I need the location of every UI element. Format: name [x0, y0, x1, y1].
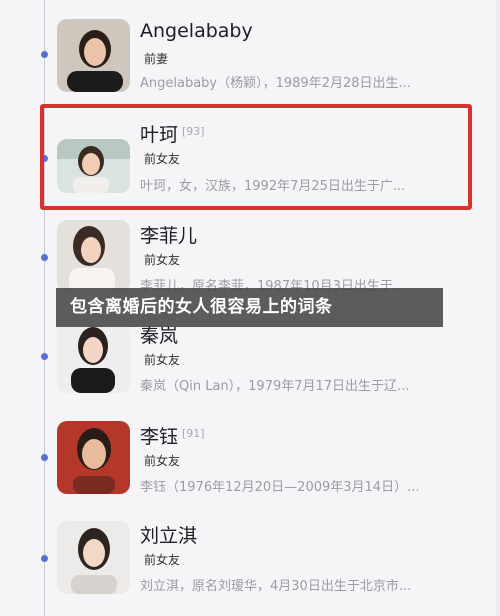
list-item-angelababy[interactable]: Angelababy 前妻 Angelababy（杨颖），1989年2月28日出…: [0, 10, 500, 110]
entry-name[interactable]: 李菲儿: [140, 221, 197, 248]
avatar[interactable]: [57, 19, 130, 92]
entry-description: 秦岚（Qin Lan），1979年7月17日出生于辽...: [140, 379, 410, 394]
avatar[interactable]: [57, 320, 130, 393]
scrollbar-track[interactable]: [496, 0, 500, 616]
avatar[interactable]: [57, 521, 130, 594]
entry-name[interactable]: 刘立淇: [140, 521, 197, 548]
entry-description: 刘立淇，原名刘瑷华，4月30日出生于北京市...: [140, 579, 412, 594]
timeline-dot: [41, 353, 48, 360]
highlight-box: [40, 104, 472, 210]
timeline-dot: [41, 51, 48, 58]
entry-name-text[interactable]: 李菲儿: [140, 225, 197, 247]
caption-banner: 包含离婚后的女人很容易上的词条: [56, 288, 443, 327]
entry-description: Angelababy（杨颖），1989年2月28日出生...: [140, 76, 411, 91]
relation-label: 前妻: [144, 52, 169, 66]
timeline-dot: [41, 555, 48, 562]
list-item-liuliqi[interactable]: 刘立淇 前女友 刘立淇，原名刘瑷华，4月30日出生于北京市...: [0, 515, 500, 615]
relation-label: 前女友: [144, 553, 181, 567]
entry-name-text[interactable]: Angelababy: [140, 20, 253, 42]
entry-name-text[interactable]: 李钰: [140, 426, 178, 448]
relation-label: 前女友: [144, 353, 181, 367]
avatar[interactable]: [57, 220, 130, 293]
reference-count: [91]: [182, 427, 205, 440]
avatar[interactable]: [57, 421, 130, 494]
timeline-dot: [41, 454, 48, 461]
entry-name-text[interactable]: 刘立淇: [140, 525, 197, 547]
relation-label: 前女友: [144, 454, 181, 468]
entry-name[interactable]: Angelababy: [140, 20, 253, 42]
list-item-liyu[interactable]: 李钰 [91] 前女友 李钰（1976年12月20日—2009年3月14日）...: [0, 415, 500, 515]
entry-description: 李钰（1976年12月20日—2009年3月14日）...: [140, 480, 420, 495]
timeline-dot: [41, 254, 48, 261]
entry-name-text[interactable]: 秦岚: [140, 325, 178, 347]
entry-name[interactable]: 李钰 [91]: [140, 422, 205, 449]
list-item-qinlan[interactable]: 秦岚 前女友 秦岚（Qin Lan），1979年7月17日出生于辽...: [0, 316, 500, 416]
relation-label: 前女友: [144, 253, 181, 267]
